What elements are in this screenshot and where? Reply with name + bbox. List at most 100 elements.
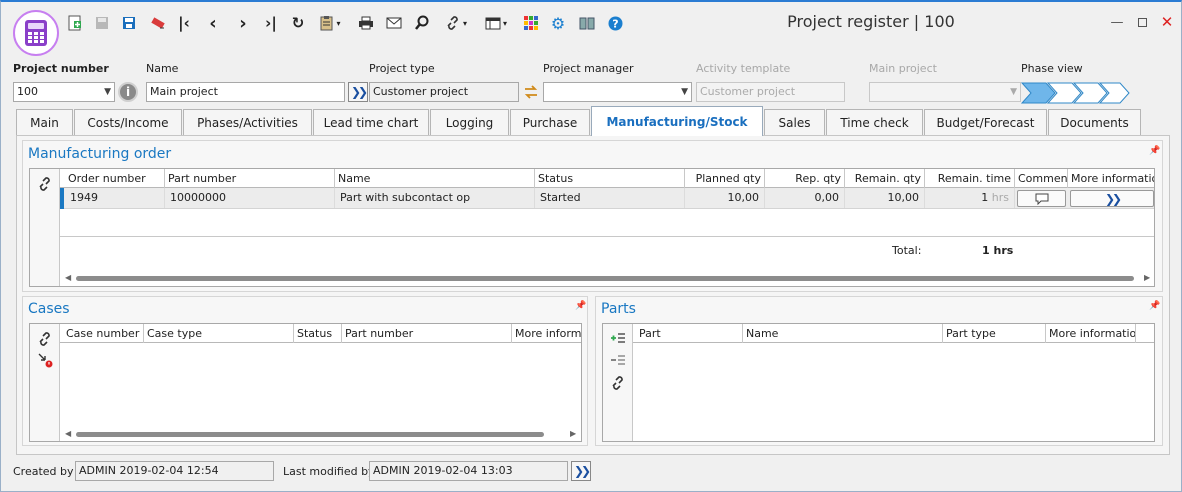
col-name[interactable]: Name [743,324,943,343]
tab-manufacturing-stock[interactable]: Manufacturing/Stock [591,106,763,136]
settings-gear-icon[interactable]: ⚙ [550,13,566,33]
help-icon[interactable]: ? [607,13,623,33]
link-icon[interactable] [608,374,628,392]
close-icon[interactable]: ✕ [1156,12,1178,32]
delete-icon[interactable] [149,13,167,33]
tab-costs-income[interactable]: Costs/Income [74,109,182,135]
first-record-icon[interactable]: |‹ [176,13,192,33]
double-chevron-right-icon: ❯❯ [350,85,368,99]
tab-time-check[interactable]: Time check [826,109,923,135]
col-case-number[interactable]: Case number [63,324,144,343]
manufacturing-order-title: Manufacturing order [28,146,172,162]
name-expand-button[interactable]: ❯❯ [348,82,368,102]
tab-budget-forecast[interactable]: Budget/Forecast [924,109,1047,135]
remain-time-unit: hrs [991,191,1009,204]
parts-grid: Part Name Part type More information [602,323,1155,442]
link-icon[interactable]: ▾ [441,13,471,33]
chevron-down-icon: ▼ [1010,87,1017,97]
col-remain-qty[interactable]: Remain. qty [845,169,925,188]
col-part-number[interactable]: Part number [342,324,512,343]
email-icon[interactable] [386,13,402,33]
history-expand-button[interactable]: ❯❯ [571,461,591,481]
name-label: Name [146,62,179,75]
col-status[interactable]: Status [535,169,685,188]
col-name[interactable]: Name [335,169,535,188]
tab-phases-activities[interactable]: Phases/Activities [183,109,312,135]
col-more-information[interactable]: More informa [512,324,581,343]
scroll-thumb[interactable] [76,432,544,437]
info-icon[interactable]: i [118,82,138,102]
tab-purchase[interactable]: Purchase [510,109,590,135]
phase-view-chevrons[interactable] [1020,82,1131,104]
col-more-information[interactable]: More information [1046,324,1136,343]
activity-template-label: Activity template [696,62,791,75]
col-planned-qty[interactable]: Planned qty [685,169,765,188]
comment-button[interactable] [1017,190,1066,207]
new-icon[interactable] [67,13,83,33]
swap-arrows-icon[interactable] [522,84,540,100]
scroll-right-icon[interactable]: ▶ [1144,273,1150,282]
project-number-select[interactable]: 100 ▼ [13,82,115,102]
phase-view-label: Phase view [1021,62,1083,75]
link-icon[interactable] [35,175,55,193]
name-input[interactable]: Main project [146,82,345,102]
tab-lead-time-chart[interactable]: Lead time chart [313,109,429,135]
tab-documents[interactable]: Documents [1048,109,1141,135]
book-icon[interactable] [578,13,596,33]
pin-icon[interactable]: 📌 [1149,301,1160,311]
main-project-select: ▼ [869,82,1021,102]
search-icon[interactable] [414,13,430,33]
last-modified-field: ADMIN 2019-02-04 13:03 [369,461,568,481]
color-grid-icon[interactable] [523,13,539,33]
tab-logging[interactable]: Logging [430,109,509,135]
window-title: Project register | 100 [787,12,955,31]
col-rep-qty[interactable]: Rep. qty [765,169,845,188]
remove-row-icon[interactable] [608,352,628,368]
col-part-type[interactable]: Part type [943,324,1046,343]
cell-status: Started [535,188,685,208]
svg-text:?: ? [612,17,618,30]
save-close-icon[interactable] [121,13,137,33]
scroll-left-icon[interactable]: ◀ [65,429,71,438]
add-row-icon[interactable] [608,330,628,346]
scroll-thumb[interactable] [76,276,1134,281]
print-icon[interactable] [358,13,374,33]
minimize-icon[interactable]: — [1106,12,1128,32]
last-record-icon[interactable]: ›| [263,13,279,33]
new-case-alert-icon[interactable] [35,351,55,369]
col-order-number[interactable]: Order number [65,169,165,188]
col-status[interactable]: Status [294,324,342,343]
maximize-icon[interactable] [1131,12,1153,32]
col-part-number[interactable]: Part number [165,169,335,188]
col-comment[interactable]: Comment [1015,169,1068,188]
layout-icon[interactable]: ▾ [482,13,510,33]
more-information-button[interactable]: ❯❯ [1070,190,1154,207]
tab-main[interactable]: Main [16,109,73,135]
scroll-right-icon[interactable]: ▶ [570,429,576,438]
col-more-information[interactable]: More information [1068,169,1154,188]
table-row[interactable]: 1949 10000000 Part with subcontact op St… [60,188,1154,209]
link-icon[interactable] [35,330,55,348]
save-icon[interactable] [94,13,110,33]
refresh-icon[interactable]: ↻ [290,13,306,33]
tab-sales[interactable]: Sales [764,109,825,135]
pin-icon[interactable]: 📌 [1149,146,1160,156]
main-project-label: Main project [869,62,937,75]
horizontal-scrollbar[interactable]: ◀ ▶ [60,429,581,439]
next-record-icon[interactable]: › [235,13,251,34]
calculator-app-icon[interactable] [13,10,59,56]
project-type-field[interactable]: Customer project [369,82,519,102]
scroll-left-icon[interactable]: ◀ [65,273,71,282]
row-selection-indicator [60,188,64,209]
col-part[interactable]: Part [636,324,743,343]
total-divider [60,236,1154,237]
col-case-type[interactable]: Case type [144,324,294,343]
pin-icon[interactable]: 📌 [575,301,586,311]
chevron-down-icon: ▼ [104,87,111,97]
col-remain-time[interactable]: Remain. time [925,169,1015,188]
project-manager-select[interactable]: ▼ [543,82,692,102]
previous-record-icon[interactable]: ‹ [205,13,221,34]
horizontal-scrollbar[interactable]: ◀ ▶ [60,273,1154,283]
grid-header-row: Case number Case type Status Part number… [60,324,581,343]
clipboard-icon[interactable]: ▾ [317,13,343,33]
